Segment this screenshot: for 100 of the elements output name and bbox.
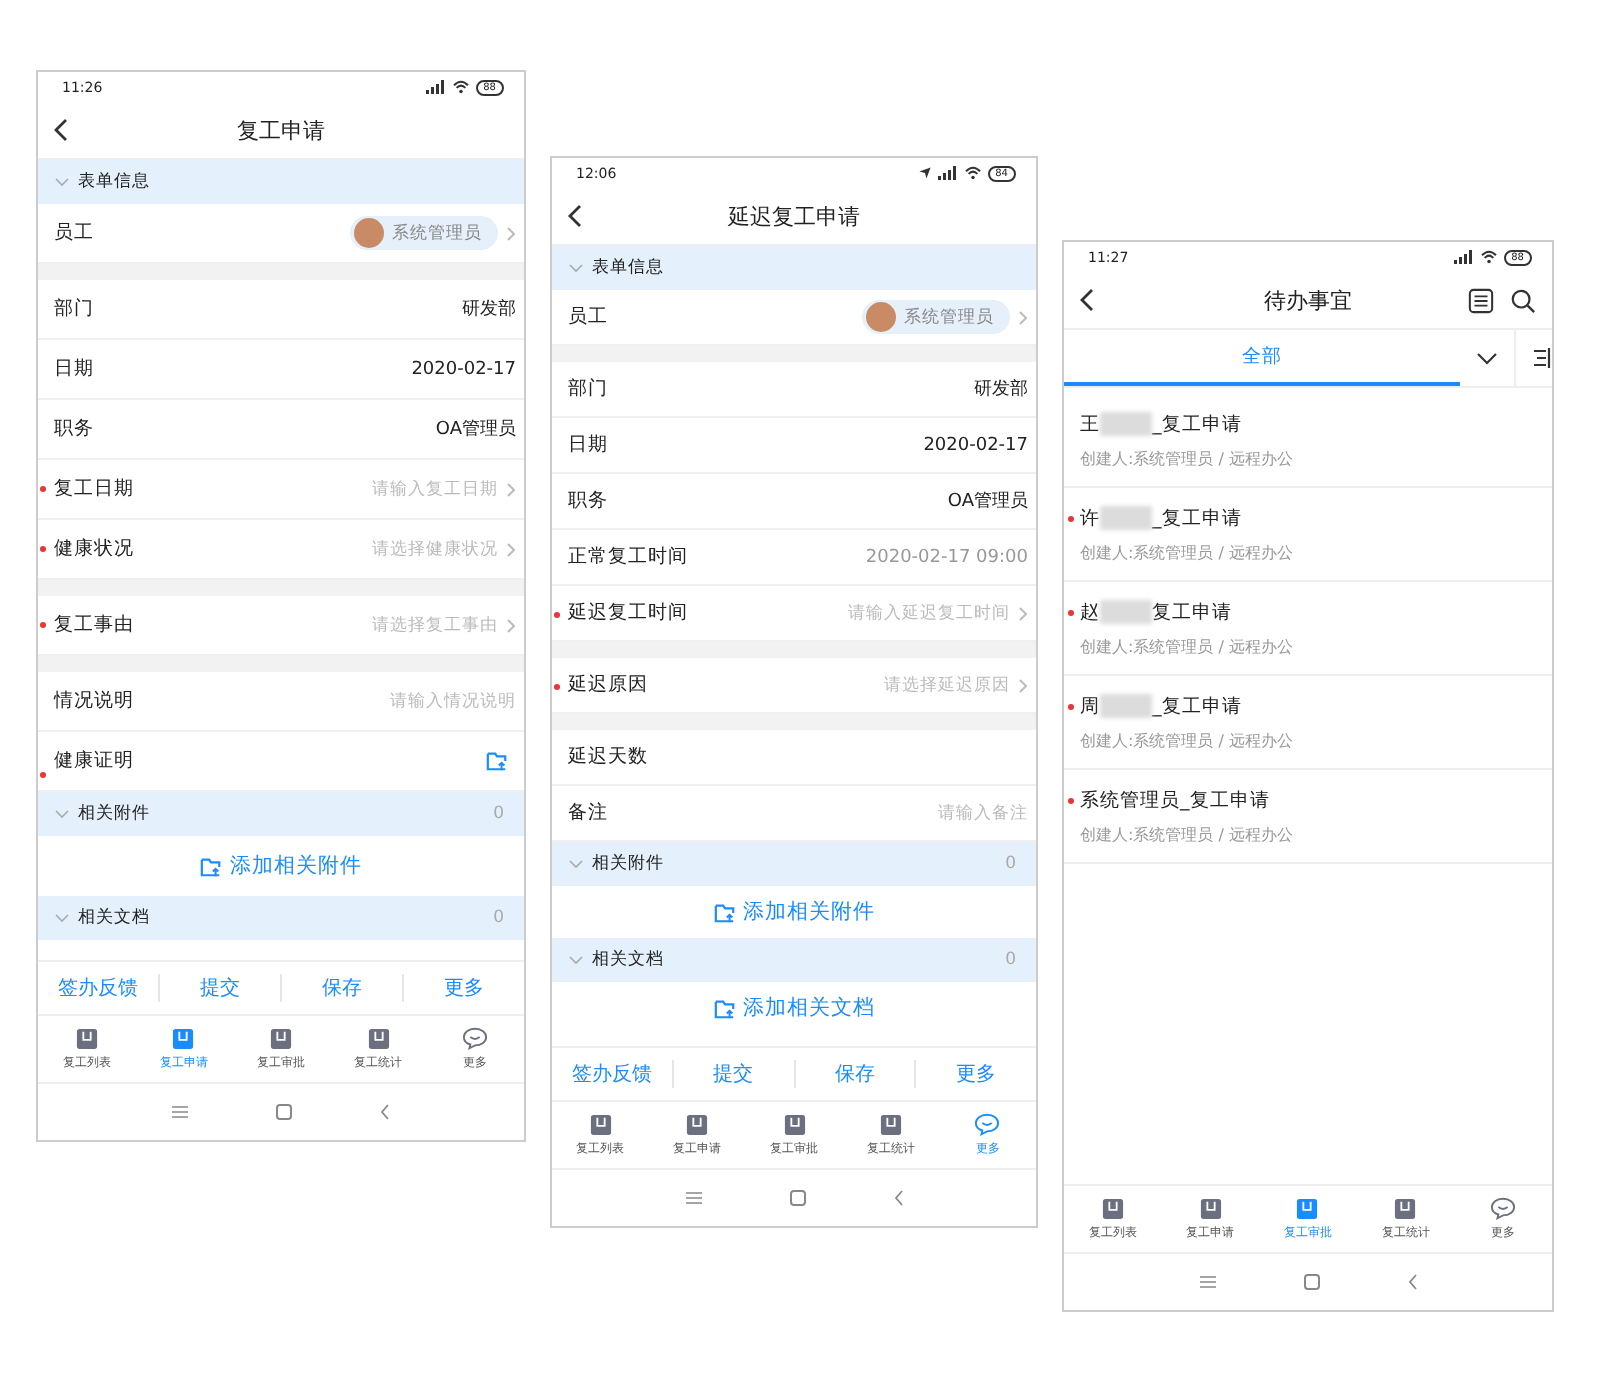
box-icon: [1101, 1197, 1124, 1219]
search-icon[interactable]: [1510, 287, 1536, 313]
chevron-icon[interactable]: [568, 858, 584, 870]
signal-icon: [937, 166, 958, 180]
avatar: [354, 218, 384, 248]
chevron-icon[interactable]: [54, 176, 70, 188]
item-title-start: 周: [1080, 693, 1100, 719]
field-label: 健康状况: [54, 536, 134, 562]
section-title: 表单信息: [78, 170, 150, 194]
box-icon: [269, 1027, 292, 1049]
todo-item[interactable]: 王 _复工申请 创建人:系统管理员 / 远程办公: [1064, 394, 1552, 488]
item-title-end: _复工申请: [1152, 693, 1242, 719]
field-label: 员工: [568, 304, 608, 330]
home-icon[interactable]: [789, 1190, 805, 1206]
todo-item[interactable]: 赵 复工申请 创建人:系统管理员 / 远程办公: [1064, 582, 1552, 676]
box-icon: [75, 1027, 98, 1049]
item-title-start: 赵: [1080, 599, 1100, 625]
field-label: 延迟天数: [568, 744, 648, 770]
field-value: 2020-02-17: [923, 435, 1028, 455]
field-label: 日期: [568, 432, 608, 458]
section-header[interactable]: 相关文档 0: [38, 896, 524, 940]
box-icon: [879, 1113, 902, 1135]
box-icon: [783, 1113, 806, 1135]
todo-item[interactable]: 周 _复工申请 创建人:系统管理员 / 远程办公: [1064, 676, 1552, 770]
section-header[interactable]: 表单信息: [552, 246, 1036, 290]
item-title-end: _复工申请: [1152, 411, 1242, 437]
user-name: 系统管理员: [904, 305, 994, 329]
box-icon: [589, 1113, 612, 1135]
add-file-icon: [713, 997, 735, 1019]
home-icon[interactable]: [1303, 1274, 1319, 1290]
input-field[interactable]: 请选择复工事由: [142, 615, 498, 635]
section-title: 相关附件: [78, 802, 150, 826]
page-title: 待办事宜: [1264, 287, 1352, 313]
wifi-icon: [1479, 250, 1498, 264]
wifi-icon: [963, 166, 982, 180]
signal-icon: [1453, 250, 1474, 264]
field-value: 研发部: [462, 297, 516, 322]
upload-icon[interactable]: [486, 750, 508, 772]
signal-icon: [425, 80, 446, 94]
menu-icon[interactable]: [1199, 1276, 1215, 1288]
avatar: [866, 302, 896, 332]
box-icon: [172, 1027, 195, 1049]
todo-item[interactable]: 系统管理员_复工申请 创建人:系统管理员 / 远程办公: [1064, 770, 1552, 864]
item-subtitle: 创建人:系统管理员 / 远程办公: [1080, 823, 1295, 845]
item-subtitle: 创建人:系统管理员 / 远程办公: [1080, 447, 1295, 469]
input-field[interactable]: 请输入情况说明: [142, 691, 516, 711]
item-subtitle: 创建人:系统管理员 / 远程办公: [1080, 541, 1295, 563]
section-header[interactable]: 相关附件 0: [38, 792, 524, 836]
chat-icon: [974, 1112, 1001, 1136]
section-header[interactable]: 表单信息: [38, 160, 524, 204]
blurred-name: [1100, 506, 1152, 530]
field-value: OA管理员: [435, 417, 516, 442]
blurred-name: [1100, 412, 1152, 436]
section-count: 0: [493, 804, 504, 824]
back-icon[interactable]: [568, 204, 584, 228]
input-field[interactable]: 请输入延迟复工时间: [696, 603, 1010, 623]
chevron-down-icon[interactable]: [1476, 351, 1498, 365]
item-title-start: 系统管理员_复工申请: [1080, 787, 1270, 813]
box-icon: [1199, 1197, 1222, 1219]
field-label: 部门: [54, 296, 94, 322]
section-title: 相关附件: [592, 852, 664, 876]
box-icon: [1394, 1197, 1417, 1219]
todo-item[interactable]: 许 _复工申请 创建人:系统管理员 / 远程办公: [1064, 488, 1552, 582]
add-file-icon: [200, 855, 222, 877]
chevron-icon[interactable]: [54, 912, 70, 924]
input-field[interactable]: 请输入备注: [616, 803, 1028, 823]
section-count: 0: [1005, 950, 1016, 970]
back-icon[interactable]: [54, 118, 70, 142]
menu-icon[interactable]: [172, 1106, 188, 1118]
section-title: 表单信息: [592, 256, 664, 280]
chat-icon: [1490, 1196, 1517, 1220]
input-field[interactable]: 请输入复工日期: [142, 479, 498, 499]
user-name: 系统管理员: [392, 221, 482, 245]
filter-icon[interactable]: [1534, 348, 1552, 368]
field-label: 复工事由: [54, 612, 134, 638]
field-label: 健康证明: [54, 748, 134, 774]
field-label: 备注: [568, 800, 608, 826]
item-title-end: 复工申请: [1152, 599, 1232, 625]
chevron-icon[interactable]: [568, 954, 584, 966]
section-title: 相关文档: [592, 948, 664, 972]
field-label: 情况说明: [54, 688, 134, 714]
section-header[interactable]: 相关文档 0: [552, 938, 1036, 982]
wifi-icon: [451, 80, 470, 94]
field-label: 职务: [568, 488, 608, 514]
chevron-icon[interactable]: [568, 262, 584, 274]
list-icon[interactable]: [1468, 287, 1494, 313]
home-icon[interactable]: [276, 1104, 292, 1120]
field-label: 正常复工时间: [568, 544, 688, 570]
menu-icon[interactable]: [685, 1192, 701, 1204]
input-field[interactable]: 请选择延迟原因: [656, 675, 1010, 695]
box-icon: [686, 1113, 709, 1135]
field-label: 职务: [54, 416, 94, 442]
section-header[interactable]: 相关附件 0: [552, 842, 1036, 886]
field-value: OA管理员: [947, 489, 1028, 514]
chat-icon: [462, 1026, 489, 1050]
chevron-icon[interactable]: [54, 808, 70, 820]
back-icon[interactable]: [1080, 288, 1096, 312]
input-field[interactable]: 请选择健康状况: [142, 539, 498, 559]
add-file-icon: [713, 901, 735, 923]
box-icon: [367, 1027, 390, 1049]
